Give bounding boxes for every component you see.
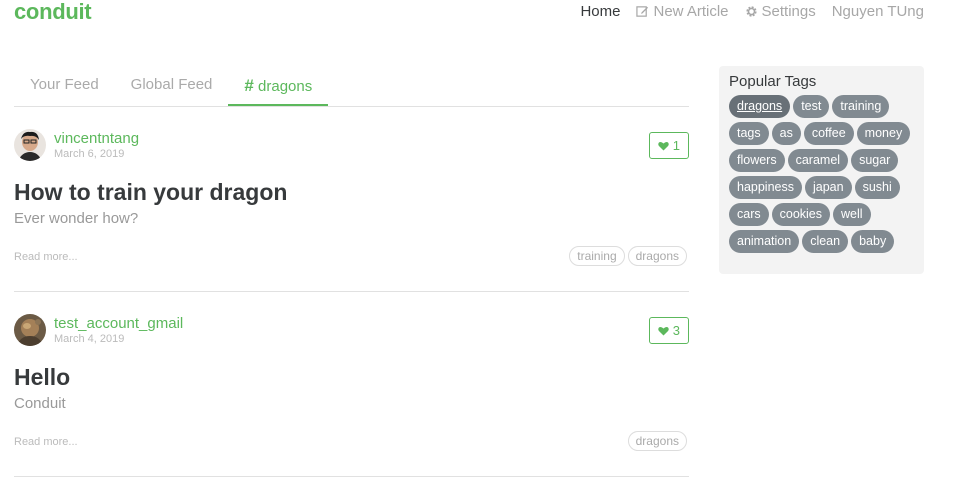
heart-icon (658, 141, 669, 151)
favorite-count: 3 (672, 323, 680, 338)
read-more-link[interactable]: Read more... (14, 436, 78, 448)
article-title[interactable]: How to train your dragon (14, 179, 287, 206)
author-link[interactable]: test_account_gmail (54, 315, 183, 333)
read-more-link[interactable]: Read more... (14, 251, 78, 263)
tag-pill[interactable]: test (793, 95, 830, 118)
article-date: March 6, 2019 (54, 148, 125, 160)
tag-pill[interactable]: well (833, 203, 871, 226)
tag-pill[interactable]: baby (851, 230, 895, 253)
navbar: conduit Home New Article Settings Nguyen… (0, 0, 962, 30)
article-meta: vincentntang March 6, 2019 (14, 129, 139, 161)
nav-new-article[interactable]: New Article (636, 3, 729, 20)
article-tag-list: training dragons (569, 246, 687, 266)
tag-pill[interactable]: caramel (787, 149, 849, 172)
author-link[interactable]: vincentntang (54, 130, 139, 148)
tag-cloud: dragons test training tags as coffee mon… (729, 95, 914, 253)
tag-pill[interactable]: training (832, 95, 890, 118)
nav-links: Home New Article Settings Nguyen TUng (564, 3, 924, 20)
article-preview: test_account_gmail March 4, 2019 3 Hello… (14, 292, 689, 477)
article-meta: test_account_gmail March 4, 2019 (14, 314, 183, 346)
article-preview: vincentntang March 6, 2019 1 How to trai… (14, 107, 689, 292)
edit-icon (636, 6, 649, 17)
avatar[interactable] (14, 314, 46, 346)
tag-pill[interactable]: clean (802, 230, 849, 253)
gear-icon (745, 6, 757, 17)
article-tag: dragons (627, 246, 687, 266)
article-tag: training (569, 246, 625, 266)
tag-pill[interactable]: cars (729, 203, 769, 226)
tab-global-feed[interactable]: Global Feed (115, 66, 229, 106)
nav-home[interactable]: Home (580, 3, 620, 20)
popular-tags-sidebar: Popular Tags dragons test training tags … (719, 66, 924, 274)
tag-pill[interactable]: flowers (729, 149, 785, 172)
tab-your-feed[interactable]: Your Feed (14, 66, 115, 106)
avatar-image (14, 129, 46, 161)
article-tag: dragons (627, 431, 687, 451)
article-description[interactable]: Conduit (14, 395, 66, 412)
tag-pill[interactable]: japan (805, 176, 852, 199)
article-title[interactable]: Hello (14, 364, 70, 391)
favorite-count: 1 (672, 138, 680, 153)
favorite-button[interactable]: 3 (648, 317, 689, 344)
article-tag-list: dragons (627, 431, 687, 451)
avatar-image (14, 314, 46, 346)
hash-icon: # (244, 76, 254, 95)
tag-pill[interactable]: happiness (729, 176, 802, 199)
sidebar-title: Popular Tags (729, 73, 817, 90)
favorite-button[interactable]: 1 (648, 132, 689, 159)
tag-pill[interactable]: coffee (803, 122, 854, 145)
article-date: March 4, 2019 (54, 333, 125, 345)
tag-pill-dragons[interactable]: dragons (729, 95, 791, 118)
tag-pill[interactable]: cookies (771, 203, 831, 226)
tab-tag-label: dragons (258, 78, 313, 95)
nav-settings-label: Settings (761, 3, 816, 20)
avatar[interactable] (14, 129, 46, 161)
brand-logo[interactable]: conduit (14, 0, 92, 25)
nav-new-article-label: New Article (653, 3, 729, 20)
article-description[interactable]: Ever wonder how? (14, 210, 138, 227)
nav-settings[interactable]: Settings (745, 3, 816, 20)
nav-home-label: Home (580, 3, 621, 20)
tag-pill[interactable]: money (856, 122, 911, 145)
tag-pill[interactable]: sushi (854, 176, 900, 199)
tag-pill[interactable]: as (771, 122, 801, 145)
feed-toggle: Your Feed Global Feed # dragons (14, 66, 689, 107)
tag-pill[interactable]: tags (729, 122, 769, 145)
nav-profile-label: Nguyen TUng (831, 3, 924, 20)
nav-profile[interactable]: Nguyen TUng (832, 3, 924, 20)
tag-pill[interactable]: animation (729, 230, 800, 253)
tag-pill[interactable]: sugar (851, 149, 899, 172)
heart-icon (658, 326, 669, 336)
tab-tag-dragons[interactable]: # dragons (228, 66, 329, 106)
